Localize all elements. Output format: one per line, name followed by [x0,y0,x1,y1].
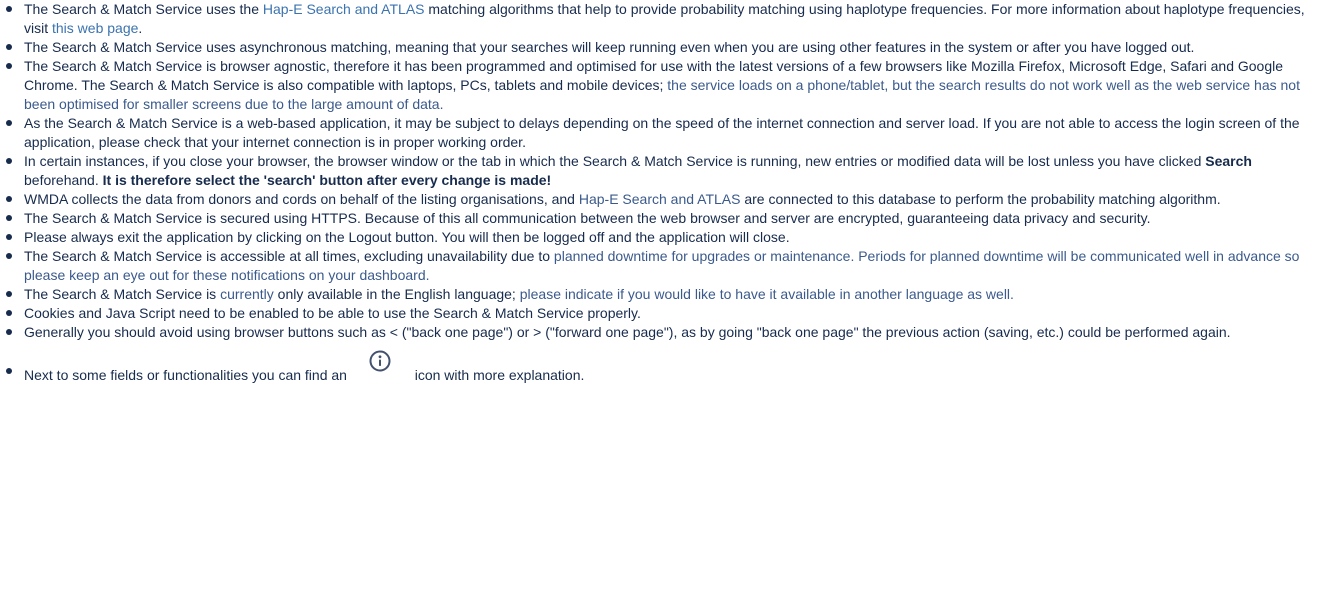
text-segment: Please always exit the application by cl… [24,229,790,245]
text-segment: The Search & Match Service is secured us… [24,210,1151,226]
text-segment: Next to some fields or functionalities y… [24,367,351,383]
bullet-icon [6,120,12,126]
list-item: Generally you should avoid using browser… [0,323,1338,342]
bullet-icon [6,6,12,12]
bullet-icon [6,291,12,297]
list-item: The Search & Match Service is secured us… [0,209,1338,228]
guidelines-list: The Search & Match Service uses the Hap-… [0,0,1338,385]
text-segment: . [138,20,143,36]
bullet-icon [6,234,12,240]
list-item: WMDA collects the data from donors and c… [0,190,1338,209]
text-segment: The Search & Match Service uses asynchro… [24,39,1195,55]
bullet-icon [6,368,12,374]
list-item: The Search & Match Service is browser ag… [0,57,1338,114]
text-segment: only available in the English language; [273,286,520,302]
bold-text: Search [1205,153,1252,169]
list-item: The Search & Match Service uses asynchro… [0,38,1338,57]
bullet-icon [6,44,12,50]
inline-link[interactable]: Hap-E Search and ATLAS [263,1,425,17]
text-segment: The Search & Match Service is accessible… [24,248,554,264]
text-segment: The Search & Match Service uses the [24,1,263,17]
list-item: In certain instances, if you close your … [0,152,1338,190]
bullet-icon [6,253,12,259]
inline-link[interactable]: this web page [52,20,138,36]
list-item: As the Search & Match Service is a web-b… [0,114,1338,152]
list-item: Please always exit the application by cl… [0,228,1338,247]
bullet-icon [6,215,12,221]
text-segment: beforehand. [24,172,103,188]
bullet-icon [6,196,12,202]
bullet-icon [6,63,12,69]
list-item: Cookies and Java Script need to be enabl… [0,304,1338,323]
bold-text: It is therefore select the 'search' butt… [102,172,552,188]
text-segment: are connected to this database to perfor… [740,191,1221,207]
bullet-icon [6,329,12,335]
text-segment: WMDA collects the data from donors and c… [24,191,579,207]
text-segment: Generally you should avoid using browser… [24,324,1231,340]
highlighted-text: please indicate if you would like to hav… [519,286,1014,302]
bullet-icon [6,310,12,316]
info-circle-icon [369,350,391,372]
text-segment: icon with more explanation. [410,367,585,383]
list-item: The Search & Match Service is accessible… [0,247,1338,285]
text-segment: As the Search & Match Service is a web-b… [24,115,1300,150]
list-item: The Search & Match Service uses the Hap-… [0,0,1338,38]
text-segment: Cookies and Java Script need to be enabl… [24,305,641,321]
highlighted-text: currently [220,286,274,302]
bullet-icon [6,158,12,164]
list-item: The Search & Match Service is currently … [0,285,1338,304]
text-segment: In certain instances, if you close your … [24,153,1206,169]
highlighted-text: Hap-E Search and ATLAS [578,191,741,207]
text-segment: The Search & Match Service is [24,286,221,302]
list-item-info: Next to some fields or functionalities y… [0,350,1338,385]
